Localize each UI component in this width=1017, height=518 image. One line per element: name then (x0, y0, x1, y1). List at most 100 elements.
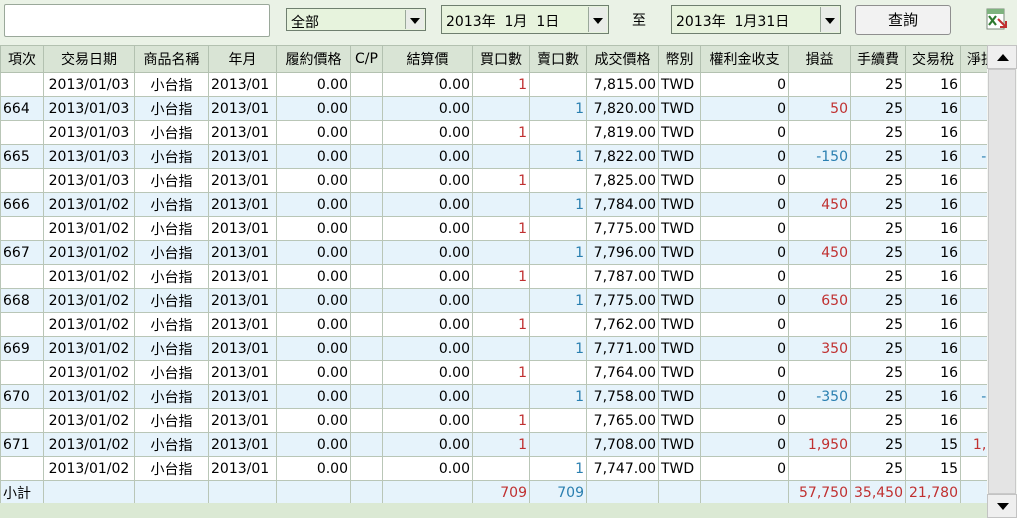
cell-sell (529, 72, 587, 97)
table-row[interactable]: 2013/01/02 小台指 2013/01 0.00 0.00 1 7,765.00 TWD… (0, 408, 1016, 433)
table-row[interactable]: 671 2013/01/02 小台指 2013/01 0.00 0.00 1 7,708.00… (0, 432, 1016, 457)
scroll-down-icon[interactable] (987, 494, 1017, 518)
table-row[interactable]: 670 2013/01/02 小台指 2013/01 0.00 0.00 1 7,758.00… (0, 384, 1016, 409)
table-header: 項次 交易日期 商品名稱 年月 履約價格 C/P 結算價 買口數 賣口數 成交價格 幣別 權利金收支損… (0, 45, 1016, 73)
cell-tax: 15 (905, 456, 961, 481)
table-row[interactable]: 665 2013/01/03 小台指 2013/01 0.00 0.00 1 7,822.00… (0, 144, 1016, 169)
cell-cp (350, 192, 383, 217)
cell-cur: TWD (658, 432, 701, 457)
table-row[interactable]: 2013/01/02 小台指 2013/01 0.00 0.00 1 7,762.00 TWD… (0, 312, 1016, 337)
cell-sell (529, 432, 587, 457)
cell-no: 670 (0, 384, 44, 409)
table-row[interactable]: 2013/01/03 小台指 2013/01 0.00 0.00 1 7,815.00 TWD… (0, 72, 1016, 97)
trade-history-window: 全部 2013年 1月 1日 至 2013年 1月31日 查詢 項次 交易日期 商品… (0, 0, 1017, 518)
cell-date: 2013/01/02 (43, 240, 135, 265)
table-row[interactable]: 2013/01/03 小台指 2013/01 0.00 0.00 1 7,819.00 TWD… (0, 120, 1016, 145)
cell-pl: 650 (788, 288, 851, 313)
cell-cp (350, 432, 383, 457)
cell-price: 7,819.00 (586, 120, 659, 145)
chevron-down-icon[interactable] (588, 7, 607, 32)
excel-export-icon[interactable] (984, 7, 1008, 31)
column-header[interactable]: 履約價格 (276, 45, 351, 73)
cell-strike: 0.00 (276, 264, 351, 289)
chevron-down-icon[interactable] (820, 7, 839, 32)
cell-product: 小台指 (134, 120, 209, 145)
cell-tax: 16 (905, 288, 961, 313)
query-button[interactable]: 查詢 (855, 5, 951, 35)
cell-premium: 0 (700, 360, 789, 385)
column-header[interactable]: C/P (350, 45, 383, 73)
column-header[interactable]: 手續費 (850, 45, 906, 73)
cell-strike: 0.00 (276, 72, 351, 97)
table-row[interactable]: 667 2013/01/02 小台指 2013/01 0.00 0.00 1 7,796.00… (0, 240, 1016, 265)
subtotal-empty-cell (43, 480, 135, 505)
trades-table: 項次 交易日期 商品名稱 年月 履約價格 C/P 結算價 買口數 賣口數 成交價格 幣別 權利金收支損… (0, 45, 1016, 505)
table-row[interactable]: 2013/01/02 小台指 2013/01 0.00 0.00 1 7,747.00 TWD… (0, 456, 1016, 481)
cell-sell (529, 168, 587, 193)
table-row[interactable]: 2013/01/02 小台指 2013/01 0.00 0.00 1 7,764.00 TWD… (0, 360, 1016, 385)
cell-ym: 2013/01 (208, 288, 277, 313)
cell-fee: 25 (850, 312, 906, 337)
column-header[interactable]: 交易日期 (43, 45, 135, 73)
table-row[interactable]: 2013/01/03 小台指 2013/01 0.00 0.00 1 7,825.00 TWD… (0, 168, 1016, 193)
cell-cur: TWD (658, 336, 701, 361)
cell-price: 7,775.00 (586, 288, 659, 313)
table-row[interactable]: 2013/01/02 小台指 2013/01 0.00 0.00 1 7,775.00 TWD… (0, 216, 1016, 241)
table-row[interactable]: 664 2013/01/03 小台指 2013/01 0.00 0.00 1 7,820.00… (0, 96, 1016, 121)
cell-date: 2013/01/02 (43, 456, 135, 481)
cell-no: 669 (0, 336, 44, 361)
table-row[interactable]: 668 2013/01/02 小台指 2013/01 0.00 0.00 1 7,775.00… (0, 288, 1016, 313)
cell-date: 2013/01/02 (43, 288, 135, 313)
cell-ym: 2013/01 (208, 408, 277, 433)
table-row[interactable]: 669 2013/01/02 小台指 2013/01 0.00 0.00 1 7,771.00… (0, 336, 1016, 361)
cell-price: 7,747.00 (586, 456, 659, 481)
cell-settle: 0.00 (382, 432, 473, 457)
cell-premium: 0 (700, 192, 789, 217)
cell-buy (472, 456, 530, 481)
cell-price: 7,758.00 (586, 384, 659, 409)
cell-pl (788, 312, 851, 337)
column-header[interactable]: 項次 (0, 45, 44, 73)
cell-fee: 25 (850, 72, 906, 97)
cell-ym: 2013/01 (208, 96, 277, 121)
category-select[interactable]: 全部 (286, 8, 426, 31)
column-header[interactable]: 成交價格 (586, 45, 659, 73)
cell-premium: 0 (700, 120, 789, 145)
subtotal-sell: 709 (529, 480, 587, 505)
cell-ym: 2013/01 (208, 384, 277, 409)
cell-ym: 2013/01 (208, 120, 277, 145)
column-header[interactable]: 幣別 (658, 45, 701, 73)
column-header[interactable]: 交易稅 (905, 45, 961, 73)
cell-fee: 25 (850, 240, 906, 265)
cell-ym: 2013/01 (208, 72, 277, 97)
cell-product: 小台指 (134, 72, 209, 97)
column-header[interactable]: 商品名稱 (134, 45, 209, 73)
cell-sell (529, 360, 587, 385)
cell-pl (788, 216, 851, 241)
date-to-picker[interactable]: 2013年 1月31日 (671, 5, 841, 34)
cell-date: 2013/01/02 (43, 336, 135, 361)
table-row[interactable]: 666 2013/01/02 小台指 2013/01 0.00 0.00 1 7,784.00… (0, 192, 1016, 217)
cell-buy: 1 (472, 360, 530, 385)
cell-no (0, 264, 44, 289)
cell-pl (788, 264, 851, 289)
search-input[interactable] (4, 4, 270, 37)
cell-fee: 25 (850, 216, 906, 241)
column-header[interactable]: 賣口數 (529, 45, 587, 73)
cell-pl (788, 456, 851, 481)
column-header[interactable]: 年月 (208, 45, 277, 73)
scrollbar-thumb[interactable] (988, 69, 1016, 494)
column-header[interactable]: 結算價 (382, 45, 473, 73)
subtotal-label: 小計 (0, 480, 44, 505)
chevron-down-icon[interactable] (405, 10, 424, 29)
date-from-picker[interactable]: 2013年 1月 1日 (441, 5, 609, 34)
cell-pl: -350 (788, 384, 851, 409)
table-row[interactable]: 2013/01/02 小台指 2013/01 0.00 0.00 1 7,787.00 TWD… (0, 264, 1016, 289)
column-header[interactable]: 損益 (788, 45, 851, 73)
scroll-up-icon[interactable] (987, 45, 1017, 69)
column-header[interactable]: 買口數 (472, 45, 530, 73)
column-header[interactable]: 權利金收支 (700, 45, 789, 73)
cell-price: 7,820.00 (586, 96, 659, 121)
cell-sell: 1 (529, 336, 587, 361)
cell-pl (788, 72, 851, 97)
